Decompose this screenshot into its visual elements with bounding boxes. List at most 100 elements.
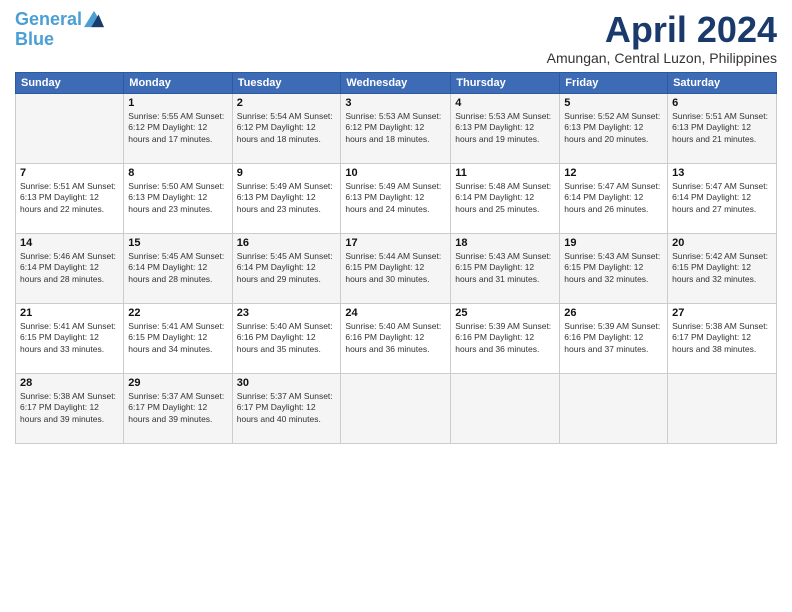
logo-text-general: General: [15, 10, 104, 30]
table-row: 28Sunrise: 5:38 AM Sunset: 6:17 PM Dayli…: [16, 373, 124, 443]
location: Amungan, Central Luzon, Philippines: [547, 50, 777, 66]
calendar-week-4: 21 Sunrise: 5:41 AM Sunset: 6:15 PM Dayli…: [16, 303, 777, 373]
table-row: [560, 373, 668, 443]
day-info: Sunrise: 5:38 AM Sunset: 6:17 PM Dayligh…: [672, 321, 772, 357]
table-row: 16 Sunrise: 5:45 AM Sunset: 6:14 PM Dayli…: [232, 233, 341, 303]
table-row: 25 Sunrise: 5:39 AM Sunset: 6:16 PM Dayli…: [451, 303, 560, 373]
table-row: 14 Sunrise: 5:46 AM Sunset: 6:14 PM Dayli…: [16, 233, 124, 303]
header: General Blue April 2024 Amungan, Central…: [15, 10, 777, 66]
day-info: Sunrise: 5:48 AM Sunset: 6:14 PM Dayligh…: [455, 181, 555, 217]
day-info: Sunrise: 5:49 AM Sunset: 6:13 PM Dayligh…: [237, 181, 337, 217]
table-row: [16, 93, 124, 163]
day-number: 16: [237, 237, 337, 249]
table-row: 1Sunrise: 5:55 AM Sunset: 6:12 PM Daylig…: [124, 93, 232, 163]
day-number: 24: [345, 307, 446, 319]
day-number: 15: [128, 237, 227, 249]
day-number: 5: [564, 97, 663, 109]
page: General Blue April 2024 Amungan, Central…: [0, 0, 792, 612]
table-row: 6 Sunrise: 5:51 AM Sunset: 6:13 PM Daylig…: [668, 93, 777, 163]
day-number: 23: [237, 307, 337, 319]
calendar-week-5: 28Sunrise: 5:38 AM Sunset: 6:17 PM Dayli…: [16, 373, 777, 443]
day-info: Sunrise: 5:43 AM Sunset: 6:15 PM Dayligh…: [455, 251, 555, 287]
day-number: 12: [564, 167, 663, 179]
table-row: 13Sunrise: 5:47 AM Sunset: 6:14 PM Dayli…: [668, 163, 777, 233]
table-row: 23Sunrise: 5:40 AM Sunset: 6:16 PM Dayli…: [232, 303, 341, 373]
day-number: 4: [455, 97, 555, 109]
day-info: Sunrise: 5:53 AM Sunset: 6:12 PM Dayligh…: [345, 111, 446, 147]
day-info: Sunrise: 5:51 AM Sunset: 6:13 PM Dayligh…: [20, 181, 119, 217]
day-info: Sunrise: 5:37 AM Sunset: 6:17 PM Dayligh…: [237, 391, 337, 427]
day-info: Sunrise: 5:42 AM Sunset: 6:15 PM Dayligh…: [672, 251, 772, 287]
calendar-table: Sunday Monday Tuesday Wednesday Thursday…: [15, 72, 777, 444]
day-info: Sunrise: 5:39 AM Sunset: 6:16 PM Dayligh…: [455, 321, 555, 357]
table-row: 30 Sunrise: 5:37 AM Sunset: 6:17 PM Dayli…: [232, 373, 341, 443]
table-row: 8 Sunrise: 5:50 AM Sunset: 6:13 PM Daylig…: [124, 163, 232, 233]
day-number: 27: [672, 307, 772, 319]
day-number: 22: [128, 307, 227, 319]
day-number: 19: [564, 237, 663, 249]
day-number: 29: [128, 377, 227, 389]
table-row: 26 Sunrise: 5:39 AM Sunset: 6:16 PM Dayli…: [560, 303, 668, 373]
day-number: 30: [237, 377, 337, 389]
table-row: 10Sunrise: 5:49 AM Sunset: 6:13 PM Dayli…: [341, 163, 451, 233]
logo: General Blue: [15, 10, 104, 50]
day-number: 8: [128, 167, 227, 179]
table-row: 18Sunrise: 5:43 AM Sunset: 6:15 PM Dayli…: [451, 233, 560, 303]
logo-icon: [84, 10, 104, 28]
day-number: 25: [455, 307, 555, 319]
table-row: [341, 373, 451, 443]
day-number: 3: [345, 97, 446, 109]
table-row: 11 Sunrise: 5:48 AM Sunset: 6:14 PM Dayli…: [451, 163, 560, 233]
table-row: 21Sunrise: 5:41 AM Sunset: 6:15 PM Dayli…: [16, 303, 124, 373]
day-info: Sunrise: 5:41 AM Sunset: 6:15 PM Dayligh…: [128, 321, 227, 357]
col-sunday: Sunday: [16, 72, 124, 93]
day-number: 26: [564, 307, 663, 319]
table-row: [451, 373, 560, 443]
day-info: Sunrise: 5:45 AM Sunset: 6:14 PM Dayligh…: [237, 251, 337, 287]
day-number: 7: [20, 167, 119, 179]
table-row: 29 Sunrise: 5:37 AM Sunset: 6:17 PM Dayli…: [124, 373, 232, 443]
col-tuesday: Tuesday: [232, 72, 341, 93]
day-number: 11: [455, 167, 555, 179]
day-info: Sunrise: 5:53 AM Sunset: 6:13 PM Dayligh…: [455, 111, 555, 147]
calendar-week-1: 1Sunrise: 5:55 AM Sunset: 6:12 PM Daylig…: [16, 93, 777, 163]
day-number: 20: [672, 237, 772, 249]
day-info: Sunrise: 5:44 AM Sunset: 6:15 PM Dayligh…: [345, 251, 446, 287]
col-friday: Friday: [560, 72, 668, 93]
day-info: Sunrise: 5:47 AM Sunset: 6:14 PM Dayligh…: [564, 181, 663, 217]
calendar-week-3: 14 Sunrise: 5:46 AM Sunset: 6:14 PM Dayli…: [16, 233, 777, 303]
table-row: 2 Sunrise: 5:54 AM Sunset: 6:12 PM Daylig…: [232, 93, 341, 163]
day-info: Sunrise: 5:50 AM Sunset: 6:13 PM Dayligh…: [128, 181, 227, 217]
day-number: 14: [20, 237, 119, 249]
table-row: [668, 373, 777, 443]
col-thursday: Thursday: [451, 72, 560, 93]
table-row: 12 Sunrise: 5:47 AM Sunset: 6:14 PM Dayli…: [560, 163, 668, 233]
table-row: 24 Sunrise: 5:40 AM Sunset: 6:16 PM Dayli…: [341, 303, 451, 373]
month-title: April 2024: [547, 10, 777, 50]
day-number: 1: [128, 97, 227, 109]
day-info: Sunrise: 5:43 AM Sunset: 6:15 PM Dayligh…: [564, 251, 663, 287]
table-row: 22 Sunrise: 5:41 AM Sunset: 6:15 PM Dayli…: [124, 303, 232, 373]
day-number: 21: [20, 307, 119, 319]
day-number: 2: [237, 97, 337, 109]
table-row: 17Sunrise: 5:44 AM Sunset: 6:15 PM Dayli…: [341, 233, 451, 303]
table-row: 15 Sunrise: 5:45 AM Sunset: 6:14 PM Dayli…: [124, 233, 232, 303]
col-saturday: Saturday: [668, 72, 777, 93]
day-info: Sunrise: 5:52 AM Sunset: 6:13 PM Dayligh…: [564, 111, 663, 147]
table-row: 20 Sunrise: 5:42 AM Sunset: 6:15 PM Dayli…: [668, 233, 777, 303]
day-info: Sunrise: 5:40 AM Sunset: 6:16 PM Dayligh…: [345, 321, 446, 357]
table-row: 7 Sunrise: 5:51 AM Sunset: 6:13 PM Daylig…: [16, 163, 124, 233]
day-info: Sunrise: 5:54 AM Sunset: 6:12 PM Dayligh…: [237, 111, 337, 147]
day-info: Sunrise: 5:45 AM Sunset: 6:14 PM Dayligh…: [128, 251, 227, 287]
day-info: Sunrise: 5:37 AM Sunset: 6:17 PM Dayligh…: [128, 391, 227, 427]
table-row: 27 Sunrise: 5:38 AM Sunset: 6:17 PM Dayli…: [668, 303, 777, 373]
day-info: Sunrise: 5:39 AM Sunset: 6:16 PM Dayligh…: [564, 321, 663, 357]
day-number: 28: [20, 377, 119, 389]
day-info: Sunrise: 5:51 AM Sunset: 6:13 PM Dayligh…: [672, 111, 772, 147]
day-number: 6: [672, 97, 772, 109]
table-row: 9 Sunrise: 5:49 AM Sunset: 6:13 PM Daylig…: [232, 163, 341, 233]
col-monday: Monday: [124, 72, 232, 93]
table-row: 19 Sunrise: 5:43 AM Sunset: 6:15 PM Dayli…: [560, 233, 668, 303]
day-info: Sunrise: 5:46 AM Sunset: 6:14 PM Dayligh…: [20, 251, 119, 287]
day-number: 9: [237, 167, 337, 179]
